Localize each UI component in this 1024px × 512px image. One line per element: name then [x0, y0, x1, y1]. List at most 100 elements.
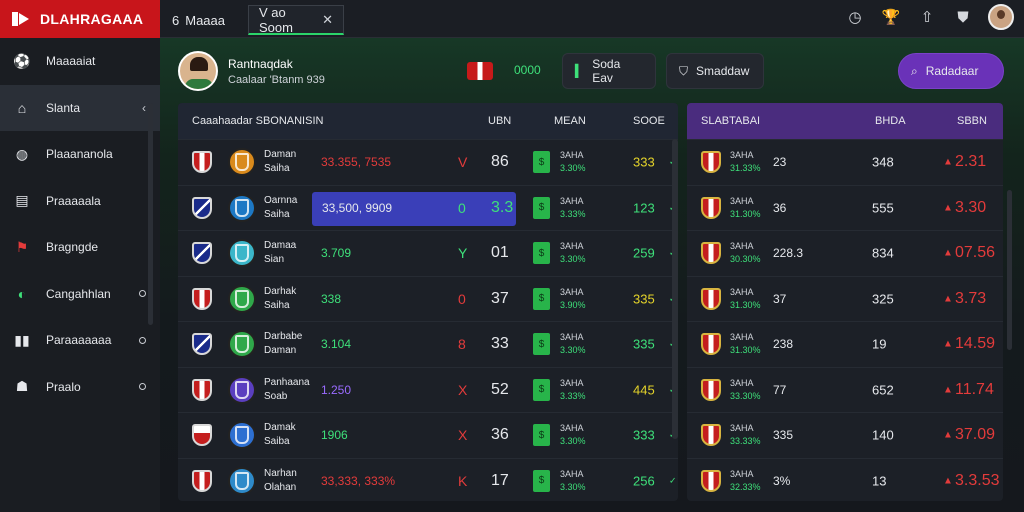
shield-icon[interactable]: ⛊	[952, 6, 974, 28]
table-row[interactable]: Narhan Olahan 33,333, 333% K 17 $3AHA 3.30% 256…	[178, 457, 678, 502]
green-badge-icon[interactable]: $	[533, 151, 550, 174]
table-row[interactable]: DamakSaiba1906X36$3AHA3.30%333✓	[178, 412, 678, 458]
profile-avatar[interactable]	[178, 51, 218, 91]
sidebar-item-2[interactable]: ◍ Plaaananola	[0, 131, 160, 178]
table-row[interactable]: 3AHA 31.33% 23 348 ▲ 2.31	[687, 139, 1003, 185]
trophy-icon[interactable]: 🏆	[880, 6, 902, 28]
team-name-line: Saiha	[264, 208, 290, 220]
sidebar-item-0[interactable]: ⚽ Maaaaiat	[0, 38, 160, 85]
green-badge-icon[interactable]: $	[533, 333, 550, 356]
green-badge-icon[interactable]: $	[533, 469, 550, 492]
club-shield-icon	[701, 424, 721, 447]
team-name[interactable]: Darbabe Daman	[264, 330, 302, 358]
mini-stat-label: 3AHA	[560, 286, 584, 297]
team-name[interactable]: Daman Saiha	[264, 148, 296, 176]
mini-stat: 3AHA 30.30%	[730, 240, 761, 266]
header-col[interactable]: UBN	[488, 115, 511, 127]
chevron-left-icon[interactable]: ‹	[142, 101, 146, 115]
club-shield-icon	[701, 242, 721, 265]
brand-title: DLAHRAGAAA	[40, 11, 144, 27]
team-name[interactable]: Oarnna Saiha	[264, 194, 297, 222]
sidebar-item-4[interactable]: ⚑ Bragngde	[0, 224, 160, 271]
team-name-line: Sian	[264, 254, 285, 266]
mini-stat-value: 3.30%	[560, 481, 586, 492]
club-shield-icon	[192, 242, 212, 265]
brand-bar[interactable]: DLAHRAGAAA	[0, 0, 160, 38]
green-badge-icon[interactable]: $	[533, 378, 550, 401]
sidebar-item-7[interactable]: ☗ Praalo	[0, 364, 160, 411]
mini-stat: 3AHA 3.33%	[560, 377, 586, 403]
table-row[interactable]: 3AHA 31.30% 37 325 ▲ 3.73	[687, 275, 1003, 322]
sidebar-item-1[interactable]: ⌂ Slanta ‹	[0, 84, 160, 131]
flag-icon: ⚑	[15, 238, 29, 255]
green-badge-icon[interactable]: $	[533, 287, 550, 310]
table-body: 3AHA 31.33% 23 348 ▲ 2.31 3AHA 31.30% 36 555 ▲ 3.30…	[687, 139, 1003, 501]
team-name[interactable]: Damaa Sian	[264, 239, 296, 267]
green-badge-icon[interactable]: $	[533, 424, 550, 447]
green-badge-icon[interactable]: $	[533, 242, 550, 265]
value: 77	[773, 382, 787, 397]
tab-maaaa[interactable]: 6 Maaaa	[162, 5, 235, 35]
team-name-line: Daman	[264, 345, 297, 357]
sidebar-item-6[interactable]: ▮▮ Paraaaaaaa	[0, 317, 160, 364]
table-row[interactable]: 3AHA 30.30% 228.3 834 ▲ 07.56	[687, 230, 1003, 276]
rate-value: 37.09	[955, 426, 996, 444]
table-row[interactable]: DamanSaiha33.355, 7535V86$3AHA3.30%333✓	[178, 139, 678, 185]
table-row[interactable]: DarbabeDaman3.104833$3AHA3.30%335✓	[178, 321, 678, 367]
header-col[interactable]: SBBN	[957, 115, 987, 127]
club-crest-icon	[228, 284, 256, 313]
last-value: 333	[633, 154, 655, 170]
header-title: Caaahaadar SBONANISIN	[192, 115, 324, 127]
table-row[interactable]: 3AHA 33.30% 77 652 ▲ 11.74	[687, 366, 1003, 413]
club-shield-icon	[192, 333, 212, 356]
caret-up-icon: ▲	[943, 293, 953, 305]
page-scrollbar[interactable]	[1007, 190, 1012, 350]
score: 33,333, 333%	[321, 473, 396, 488]
team-name[interactable]: Damak Saiba	[264, 421, 296, 449]
clock-icon[interactable]: ◷	[844, 6, 866, 28]
close-icon[interactable]: ✕	[322, 12, 333, 28]
odds-button[interactable]: ▍ Soda Eav	[562, 53, 656, 89]
table-row[interactable]: 3AHA 31.30% 36 555 ▲ 3.30	[687, 184, 1003, 231]
team-name[interactable]: Panhaana Soab	[264, 376, 310, 404]
count: 37	[491, 289, 509, 307]
expand-icon[interactable]	[139, 290, 146, 298]
team-name-line: Daman	[264, 149, 297, 161]
avatar[interactable]	[988, 4, 1014, 30]
header-col[interactable]: BHDA	[875, 115, 906, 127]
table-row[interactable]: DarhakSaiha338037$3AHA3.90%335✓	[178, 275, 678, 322]
club-shield-icon	[192, 469, 212, 492]
sidebar-scrollbar[interactable]	[148, 103, 153, 325]
caret-up-icon: ▲	[943, 475, 953, 487]
mini-stat-label: 3AHA	[730, 195, 754, 206]
table-row[interactable]: 3AHA 31.30% 238 19 ▲ 14.59	[687, 321, 1003, 367]
team-name-line: Damak	[264, 422, 296, 434]
table-scrollbar[interactable]	[672, 139, 678, 439]
table-row[interactable]: DamaaSian3.709Y01$3AHA3.30%259✓	[178, 230, 678, 276]
people-icon: ☗	[15, 378, 29, 395]
expand-icon[interactable]	[139, 383, 146, 391]
table-row[interactable]: 3AHA 33.33% 335 140 ▲ 37.09	[687, 412, 1003, 458]
sidebar-item-3[interactable]: ▤ Praaaaala	[0, 178, 160, 225]
green-badge-icon[interactable]: $	[533, 196, 550, 219]
score: 3.709	[321, 246, 352, 261]
team-name[interactable]: Darhak Saiha	[264, 285, 296, 313]
club-crest-icon	[228, 421, 256, 450]
expand-icon[interactable]	[139, 336, 146, 344]
table-row[interactable]: Oarnna Saiha 33,500, 9909 0 3.3 $3AHA 3.33% 123…	[178, 184, 678, 231]
value: 37	[773, 291, 787, 306]
header-col[interactable]: MEAN	[554, 115, 586, 127]
upload-icon[interactable]: ⇧	[916, 6, 938, 28]
table-row[interactable]: 3AHA 32.33% 3% 13 ▲ 3.3.53	[687, 457, 1003, 502]
mini-stat-label: 3AHA	[730, 468, 754, 479]
header-col[interactable]: SOOE	[633, 115, 665, 127]
shield-button[interactable]: ⛉ Smaddaw	[666, 53, 764, 89]
tab-active[interactable]: V ao Soom ✕	[248, 5, 344, 35]
search-button[interactable]: ⌕ Radadaar	[898, 53, 1004, 89]
team-name[interactable]: Narhan Olahan	[264, 467, 297, 495]
club-shield-icon	[701, 151, 721, 174]
table-row[interactable]: PanhaanaSoab1.250X52$3AHA3.33%445✓	[178, 366, 678, 413]
flag-button[interactable]	[462, 54, 498, 88]
mini-stat: 3AHA 31.30%	[730, 331, 761, 357]
sidebar-item-5[interactable]: ◐ Cangahhlan	[0, 271, 160, 318]
